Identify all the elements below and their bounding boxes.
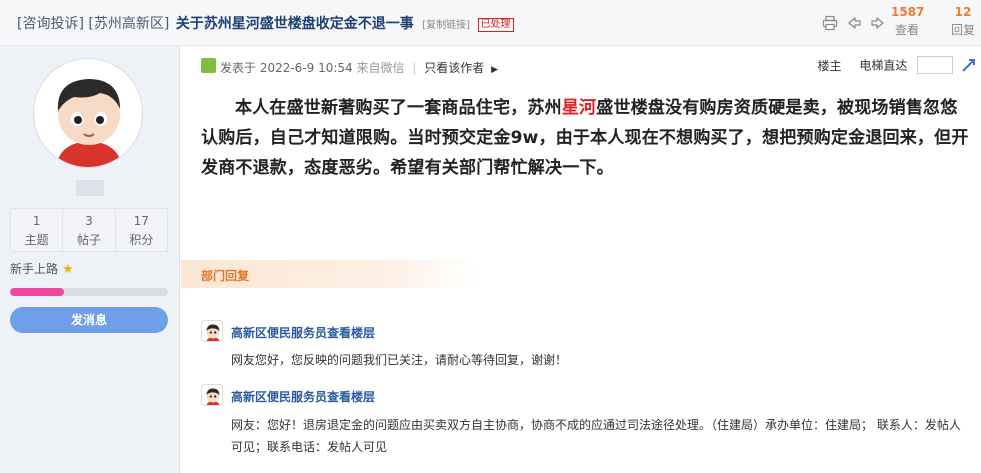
- replier-name[interactable]: 高新区便民服务员查看楼层: [231, 324, 375, 341]
- post-online-icon: [201, 58, 216, 73]
- replier-avatar[interactable]: [201, 384, 223, 406]
- stat-posts[interactable]: 3 帖子: [63, 209, 116, 251]
- author-stats: 1 主题 3 帖子 17 积分: [10, 208, 168, 252]
- replier-avatar[interactable]: [201, 320, 223, 342]
- print-icon[interactable]: [822, 15, 838, 31]
- category-region[interactable]: [苏州高新区]: [88, 16, 169, 32]
- department-reply-label: 部门回复: [201, 269, 250, 283]
- post-time: 发表于 2022-6-9 10:54: [220, 61, 353, 75]
- post-content-part1: 本人在盛世新著购买了一套商品住宅，苏州: [235, 98, 562, 118]
- caret-right-icon: ▶: [491, 65, 498, 75]
- views-label: 查看: [894, 23, 919, 37]
- author-avatar[interactable]: [33, 58, 143, 168]
- stat-topics-value: 1: [32, 214, 41, 228]
- department-reply-2: 高新区便民服务员查看楼层 网友：您好！退房退定金的问题应由买卖双方自主协商，协商…: [201, 384, 971, 464]
- post-time-row: 发表于 2022-6-9 10:54 来自微信 | 只看该作者 ▶: [220, 59, 498, 76]
- user-level: 新手上路 ★: [10, 260, 74, 277]
- status-badge: 已处理: [477, 18, 514, 32]
- category-consult[interactable]: [咨询投诉]: [17, 16, 84, 32]
- thread-header: [咨询投诉] [苏州高新区] 关于苏州星河盛世楼盘收定金不退一事 [复制链接] …: [0, 0, 981, 46]
- reply-text: 网友：您好！退房退定金的问题应由买卖双方自主协商，协商不成的应通过司法途径处理。…: [231, 418, 961, 454]
- jump-floor-input[interactable]: [917, 56, 954, 74]
- replies-count: 12: [954, 5, 972, 19]
- jump-label: 电梯直达: [859, 58, 908, 73]
- post-source: 来自微信: [356, 61, 405, 75]
- user-level-label: 新手上路: [10, 262, 59, 276]
- level-progress-bar: [10, 288, 168, 296]
- stat-posts-value: 3: [85, 214, 93, 228]
- reply-text: 网友您好，您反映的问题我们已关注，请耐心等待回复，谢谢！: [231, 353, 568, 367]
- next-thread-icon[interactable]: [870, 15, 886, 31]
- department-reply-1: 高新区便民服务员查看楼层 网友您好，您反映的问题我们已关注，请耐心等待回复，谢谢…: [201, 320, 971, 370]
- jump-go-icon[interactable]: [961, 57, 977, 73]
- post-content-highlight[interactable]: 星河: [562, 98, 596, 118]
- prev-thread-icon[interactable]: [846, 15, 862, 31]
- floor-label: 楼主: [817, 58, 842, 73]
- post-content: 本人在盛世新著购买了一套商品住宅，苏州星河盛世楼盘没有购房资质硬是卖，被现场销售…: [201, 93, 971, 183]
- replier-name[interactable]: 高新区便民服务员查看楼层: [231, 388, 375, 405]
- floor-jump: 楼主 电梯直达: [817, 56, 977, 74]
- author-name-redacted: [76, 180, 104, 196]
- copy-link-button[interactable]: [复制链接]: [422, 20, 470, 31]
- views-count: 1587: [891, 5, 925, 19]
- author-sidebar: 1 主题 3 帖子 17 积分 新手上路 ★ 发消息: [0, 46, 180, 473]
- stat-points[interactable]: 17 积分: [116, 209, 167, 251]
- stat-points-value: 17: [133, 214, 149, 228]
- post-meta-bar: 发表于 2022-6-9 10:54 来自微信 | 只看该作者 ▶ 楼主 电梯直…: [201, 56, 977, 76]
- send-message-button[interactable]: 发消息: [10, 307, 168, 333]
- stat-topics-label: 主题: [24, 233, 49, 247]
- thread-title: 关于苏州星河盛世楼盘收定金不退一事: [175, 16, 414, 32]
- level-progress-fill: [10, 288, 64, 296]
- stat-points-label: 积分: [129, 233, 154, 247]
- stat-topics[interactable]: 1 主题: [11, 209, 64, 251]
- star-icon: ★: [62, 262, 74, 277]
- views-stat: 1587 查看: [891, 5, 925, 38]
- separator: |: [412, 61, 417, 75]
- stat-posts-label: 帖子: [76, 233, 101, 247]
- replies-stat: 12 回复: [948, 5, 978, 38]
- department-reply-header: 部门回复: [181, 260, 477, 288]
- thread-tools: [822, 15, 890, 31]
- replies-label: 回复: [950, 23, 975, 37]
- thread-title-row: [咨询投诉] [苏州高新区] 关于苏州星河盛世楼盘收定金不退一事 [复制链接] …: [17, 13, 514, 33]
- only-author-link[interactable]: 只看该作者: [424, 61, 484, 75]
